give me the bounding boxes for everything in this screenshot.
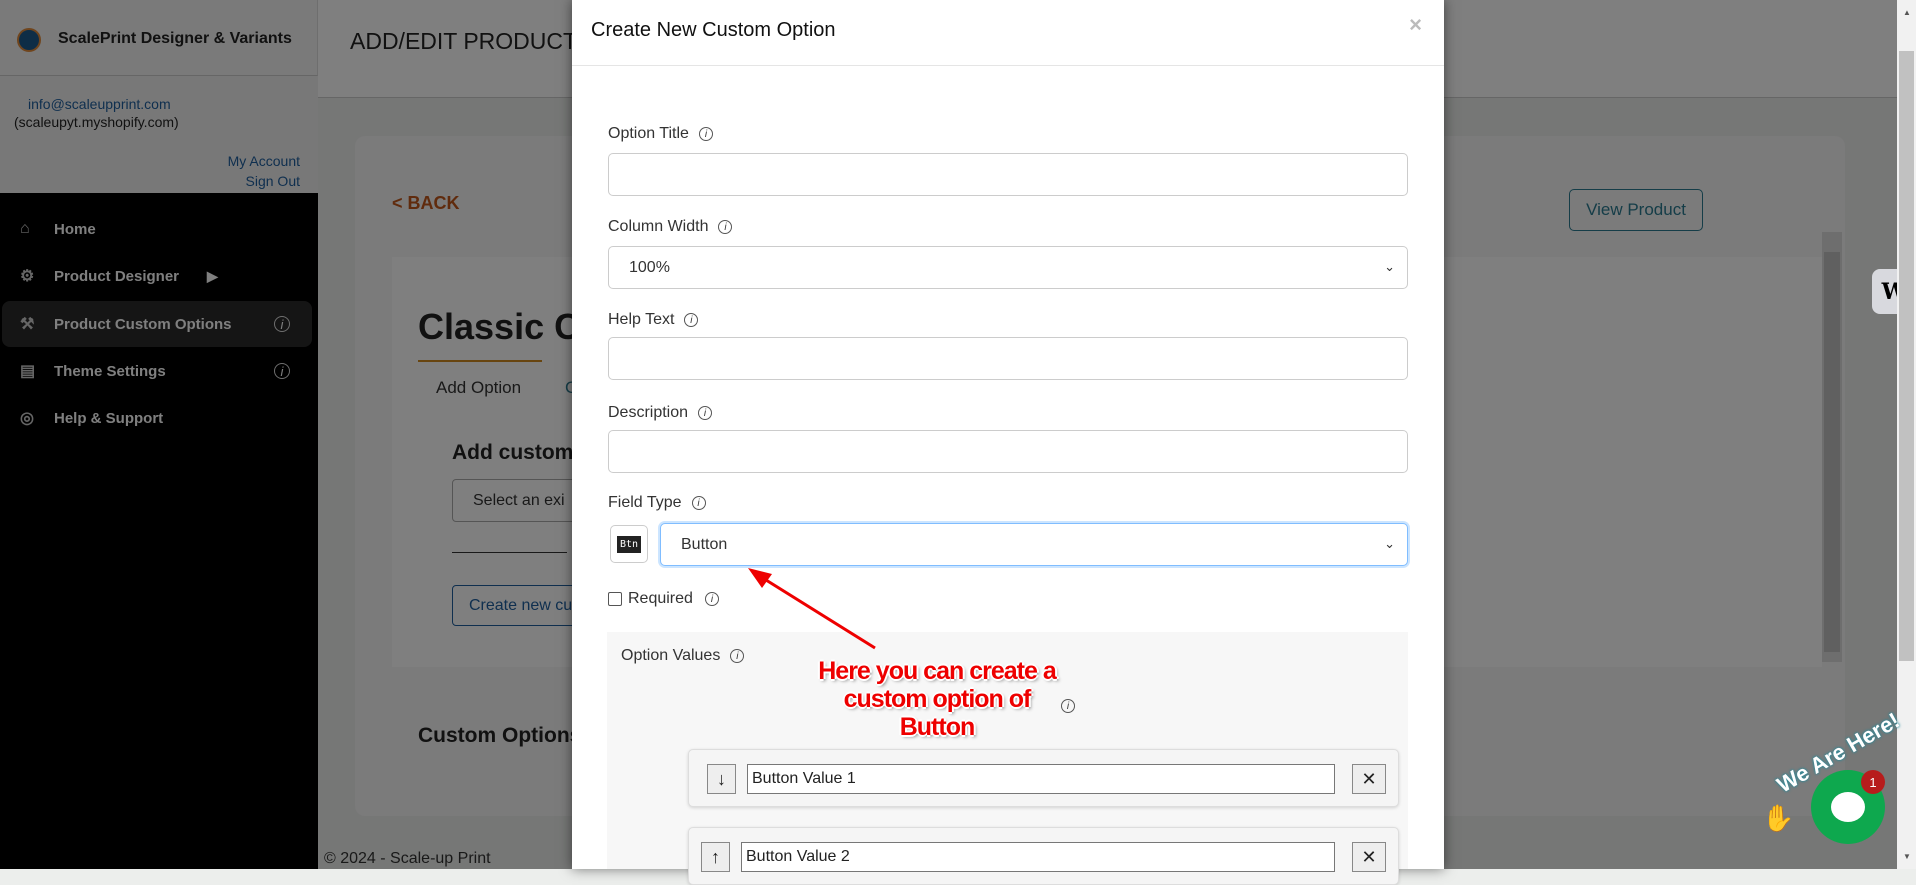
page-scrollbar[interactable]: ▲ ▼ — [1897, 0, 1916, 869]
chat-bubble-icon — [1831, 792, 1865, 822]
chat-count-badge: 1 — [1861, 770, 1885, 794]
annotation-text: Here you can create a custom option of But… — [818, 657, 1056, 741]
wave-icon: ✋ — [1762, 803, 1795, 833]
